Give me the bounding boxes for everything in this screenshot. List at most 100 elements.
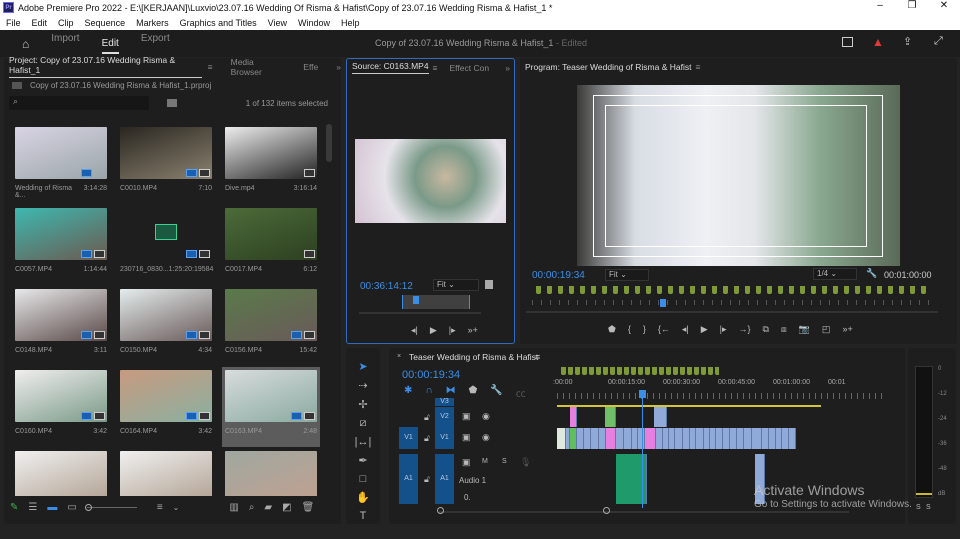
- video-clip[interactable]: [599, 428, 606, 449]
- new-item-icon[interactable]: ◩: [282, 502, 291, 513]
- step-forward-icon[interactable]: |▸: [720, 324, 727, 334]
- media-item[interactable]: C0156.MP4 15:42: [222, 286, 320, 366]
- solo-left-button[interactable]: S: [916, 504, 921, 511]
- workspace-export[interactable]: Export: [141, 33, 170, 54]
- step-back-icon[interactable]: ◂|: [411, 325, 418, 335]
- video-clip[interactable]: [570, 407, 577, 427]
- marker-icon[interactable]: [701, 286, 706, 294]
- play-icon[interactable]: ▶: [701, 324, 708, 334]
- marker-icon[interactable]: [811, 286, 816, 294]
- media-item[interactable]: C0163.MP4 2:48: [222, 367, 320, 447]
- marker-icon[interactable]: [712, 286, 717, 294]
- more-tabs-icon[interactable]: »: [505, 63, 510, 73]
- video-clip[interactable]: [624, 428, 632, 449]
- source-playhead[interactable]: [413, 296, 419, 304]
- marker-icon[interactable]: [690, 286, 695, 294]
- marker-icon[interactable]: [734, 286, 739, 294]
- clear-icon[interactable]: 🗑: [302, 502, 315, 513]
- lift-icon[interactable]: ⧉: [763, 324, 769, 334]
- marker-icon[interactable]: [899, 286, 904, 294]
- media-item[interactable]: C0160.MP4 3:42: [12, 367, 110, 447]
- home-icon[interactable]: ⌂: [22, 37, 29, 51]
- marker-icon[interactable]: [657, 286, 662, 294]
- marker-icon[interactable]: [910, 286, 915, 294]
- menu-window[interactable]: Window: [298, 18, 330, 28]
- marker-icon[interactable]: [767, 286, 772, 294]
- program-timecode[interactable]: 00:00:19:34: [532, 270, 585, 281]
- step-back-icon[interactable]: ◂|: [682, 324, 689, 334]
- marker-icon[interactable]: [756, 286, 761, 294]
- go-to-out-icon[interactable]: →}: [739, 324, 751, 334]
- menu-view[interactable]: View: [268, 18, 287, 28]
- video-clip[interactable]: [762, 428, 770, 449]
- go-to-in-icon[interactable]: {←: [658, 324, 670, 334]
- video-clip[interactable]: [744, 428, 753, 449]
- new-bin-icon[interactable]: ▰: [264, 502, 272, 513]
- video-clip[interactable]: [591, 428, 600, 449]
- source-zoom-select[interactable]: Fit ⌄: [433, 279, 479, 291]
- media-item[interactable]: C0150.MP4 4:34: [117, 286, 215, 366]
- tab-effects[interactable]: Effe: [303, 62, 318, 72]
- tab-media-browser[interactable]: Media Browser: [231, 57, 286, 77]
- tab-project[interactable]: Project: Copy of 23.07.16 Wedding Risma …: [9, 55, 202, 78]
- video-clip[interactable]: [653, 407, 667, 427]
- video-clip[interactable]: [788, 428, 796, 449]
- solo-right-button[interactable]: S: [926, 504, 931, 511]
- resolution-select[interactable]: 1/4 ⌄: [813, 268, 857, 280]
- export-frame-icon[interactable]: 📷: [799, 324, 810, 334]
- workspace-import[interactable]: Import: [51, 33, 79, 54]
- marker-icon[interactable]: [844, 286, 849, 294]
- media-item[interactable]: Dive.mp4 3:16:14: [222, 124, 320, 204]
- marker-icon[interactable]: [624, 286, 629, 294]
- marker-icon[interactable]: [569, 286, 574, 294]
- timeline-horizontal-scrollbar[interactable]: [439, 511, 849, 513]
- video-clip[interactable]: [576, 428, 584, 449]
- tab-program[interactable]: Program: Teaser Wedding of Risma & Hafis…: [525, 62, 691, 72]
- compare-view-icon[interactable]: ◰: [822, 324, 831, 334]
- scroll-handle-left[interactable]: [437, 507, 444, 514]
- write-protect-icon[interactable]: ✎: [10, 502, 18, 513]
- warning-icon[interactable]: ▲: [872, 35, 884, 49]
- video-clip[interactable]: [703, 428, 711, 449]
- video-clip[interactable]: [557, 428, 566, 449]
- marker-icon[interactable]: [866, 286, 871, 294]
- video-clip[interactable]: [605, 428, 617, 449]
- marker-icon[interactable]: [613, 286, 618, 294]
- type-tool-icon[interactable]: T: [360, 510, 367, 522]
- icon-view-icon[interactable]: ▬: [47, 502, 57, 513]
- video-clip[interactable]: [616, 428, 625, 449]
- button-editor-icon[interactable]: »+: [842, 324, 852, 334]
- tab-effect-controls[interactable]: Effect Con: [450, 63, 490, 73]
- mark-out-icon[interactable]: }: [643, 324, 646, 334]
- marker-icon[interactable]: [877, 286, 882, 294]
- media-item[interactable]: C0010.MP4 7:10: [117, 124, 215, 204]
- sort-dropdown-icon[interactable]: ⌄: [173, 503, 180, 512]
- video-clip[interactable]: [655, 428, 663, 449]
- video-clip[interactable]: [769, 428, 776, 449]
- extract-icon[interactable]: ⧈: [781, 324, 787, 334]
- media-item[interactable]: Wedding of Risma &... 3:14:28: [12, 124, 110, 204]
- sort-icon[interactable]: ≡: [157, 502, 163, 513]
- marker-icon[interactable]: [547, 286, 552, 294]
- media-item[interactable]: C0164.MP4 3:42: [117, 367, 215, 447]
- video-clip[interactable]: [570, 428, 577, 449]
- marker-icon[interactable]: [745, 286, 750, 294]
- marker-icon[interactable]: [679, 286, 684, 294]
- program-ruler[interactable]: [532, 300, 932, 305]
- button-editor-icon[interactable]: »+: [468, 325, 478, 335]
- marker-icon[interactable]: [602, 286, 607, 294]
- video-clip[interactable]: [662, 428, 670, 449]
- video-clip[interactable]: [729, 428, 738, 449]
- video-clip[interactable]: [716, 428, 724, 449]
- marker-icon[interactable]: [635, 286, 640, 294]
- video-clip[interactable]: [696, 428, 704, 449]
- video-clip[interactable]: [689, 428, 697, 449]
- menu-sequence[interactable]: Sequence: [85, 18, 126, 28]
- program-playhead[interactable]: [660, 299, 666, 307]
- media-item[interactable]: [117, 448, 215, 496]
- video-clip[interactable]: [752, 428, 763, 449]
- video-clip[interactable]: [682, 428, 690, 449]
- ripple-edit-tool-icon[interactable]: ✢: [358, 398, 367, 411]
- workspace-edit[interactable]: Edit: [101, 38, 119, 54]
- list-view-icon[interactable]: ☰: [28, 502, 37, 513]
